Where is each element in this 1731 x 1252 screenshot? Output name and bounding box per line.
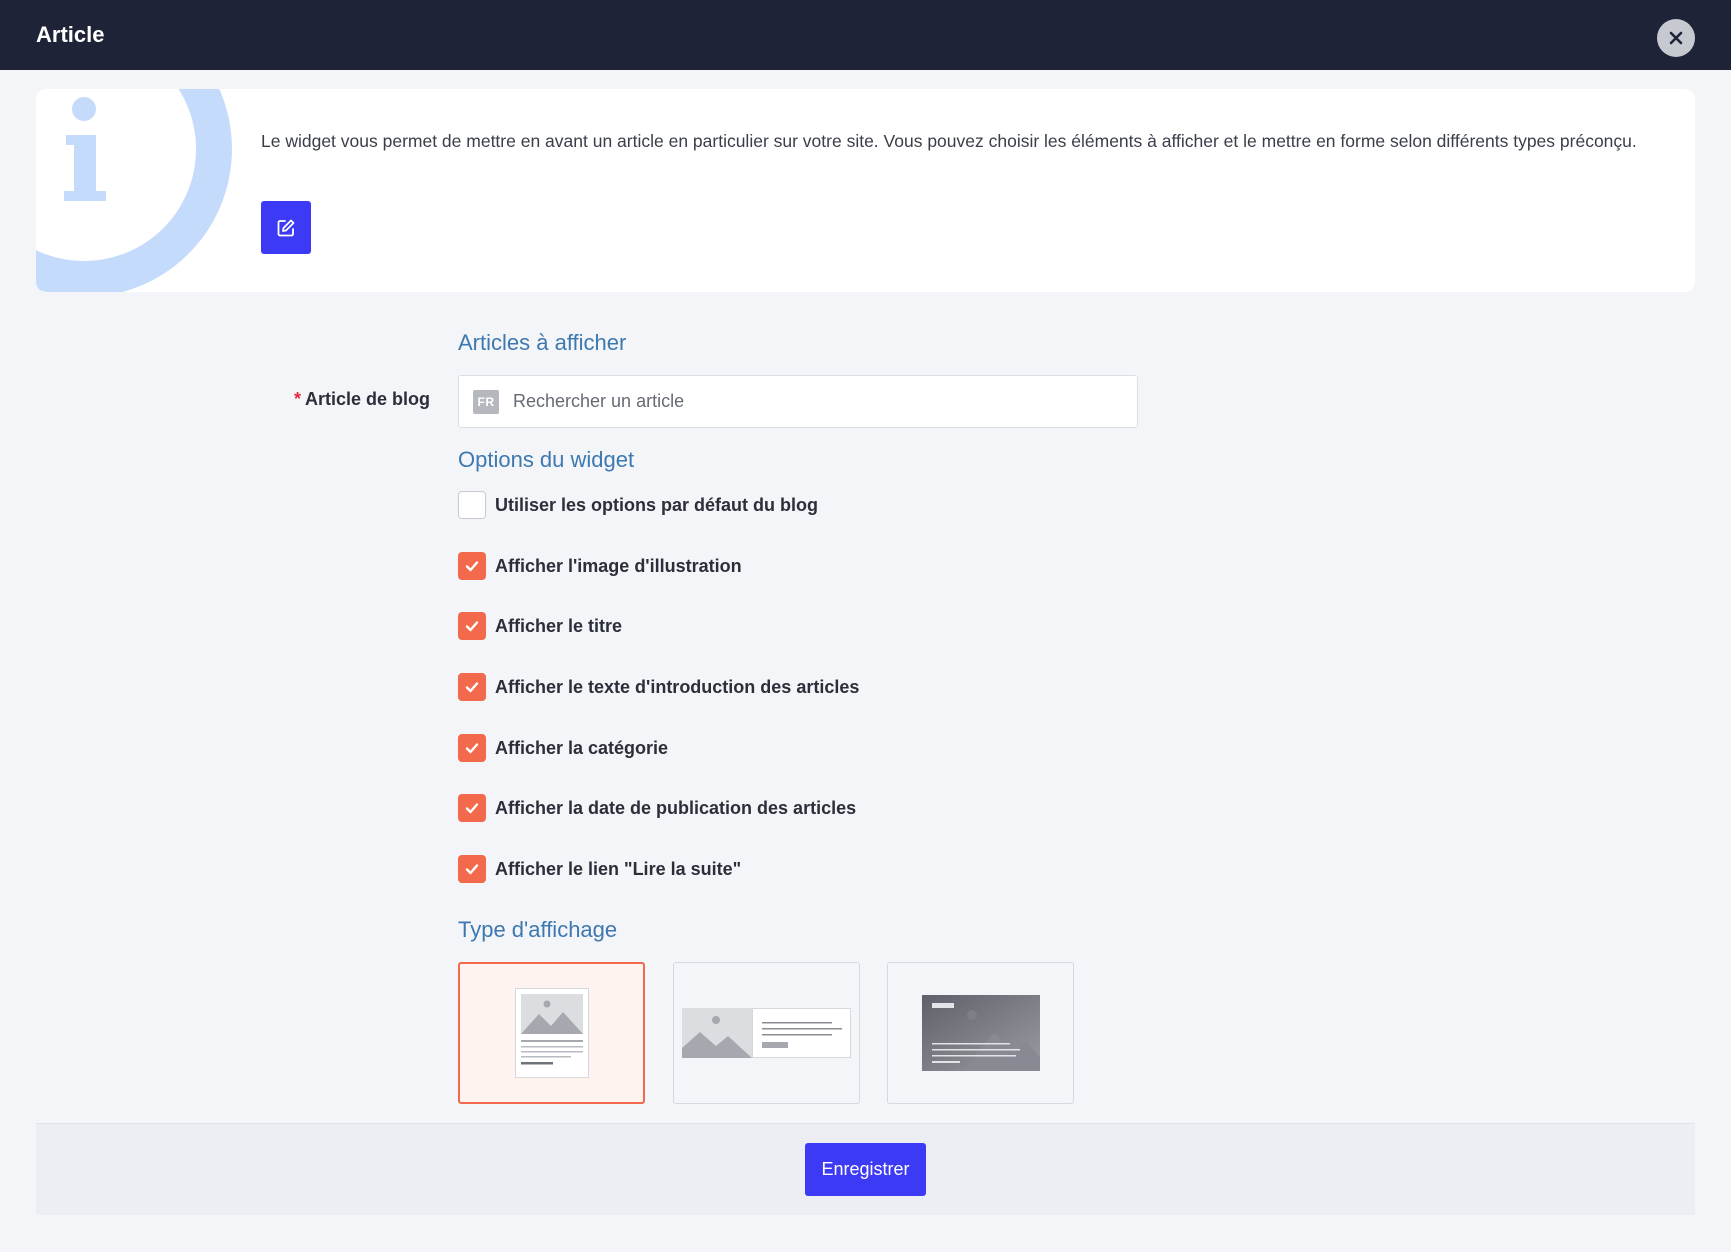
close-icon: [1669, 31, 1683, 45]
option-show-image[interactable]: Afficher l'image d'illustration: [458, 552, 742, 580]
info-description: Le widget vous permet de mettre en avant…: [261, 131, 1637, 151]
checkbox[interactable]: [458, 855, 486, 883]
modal-header: Article: [0, 0, 1731, 70]
option-label: Afficher l'image d'illustration: [495, 555, 742, 576]
section-title-articles: Articles à afficher: [458, 330, 627, 355]
checkbox[interactable]: [458, 794, 486, 822]
blog-article-label-text: Article de blog: [304, 389, 430, 409]
option-show-category[interactable]: Afficher la catégorie: [458, 734, 668, 762]
check-icon: [465, 561, 479, 572]
option-label: Afficher la date de publication des arti…: [495, 797, 857, 818]
option-label: Afficher le lien "Lire la suite": [495, 858, 742, 879]
section-title-display-type: Type d'affichage: [458, 917, 618, 942]
checkbox[interactable]: [458, 552, 486, 580]
blog-article-label: * Article de blog: [294, 389, 430, 410]
close-button[interactable]: [1657, 19, 1695, 57]
option-label: Afficher la catégorie: [495, 737, 669, 758]
required-marker: *: [293, 389, 301, 409]
option-show-date[interactable]: Afficher la date de publication des arti…: [458, 794, 856, 822]
layout-vertical-icon: [514, 988, 589, 1078]
info-card: Le widget vous permet de mettre en avant…: [36, 89, 1695, 292]
section-title-options: Options du widget: [458, 447, 635, 472]
modal-title: Article: [36, 22, 105, 47]
check-icon: [465, 621, 479, 632]
edit-button[interactable]: [261, 201, 311, 254]
article-search-input[interactable]: [513, 391, 1113, 412]
checkbox[interactable]: [458, 612, 486, 640]
option-show-read-more[interactable]: Afficher le lien "Lire la suite": [458, 855, 741, 883]
option-show-title[interactable]: Afficher le titre: [458, 612, 622, 640]
layout-horizontal-icon: [682, 1008, 851, 1058]
option-label: Utiliser les options par défaut du blog: [495, 494, 819, 515]
check-icon: [465, 803, 479, 814]
display-type-overlay[interactable]: [887, 962, 1074, 1104]
edit-icon: [277, 219, 295, 236]
check-icon: [465, 743, 479, 754]
display-type-horizontal[interactable]: [673, 962, 860, 1104]
language-badge: FR: [473, 389, 499, 414]
display-type-vertical[interactable]: [458, 962, 645, 1104]
check-icon: [465, 864, 479, 875]
article-search-box: FR: [458, 375, 1138, 428]
modal-footer: Enregistrer: [36, 1123, 1695, 1215]
checkbox[interactable]: [458, 491, 486, 519]
check-icon: [465, 682, 479, 693]
option-label: Afficher le texte d'introduction des art…: [495, 676, 860, 697]
option-label: Afficher le titre: [495, 615, 623, 636]
option-default-blog[interactable]: Utiliser les options par défaut du blog: [458, 491, 818, 519]
info-icon: [36, 89, 232, 292]
option-show-intro[interactable]: Afficher le texte d'introduction des art…: [458, 673, 859, 701]
layout-overlay-icon: [921, 995, 1040, 1071]
checkbox[interactable]: [458, 673, 486, 701]
checkbox[interactable]: [458, 734, 486, 762]
save-button[interactable]: Enregistrer: [805, 1143, 926, 1196]
